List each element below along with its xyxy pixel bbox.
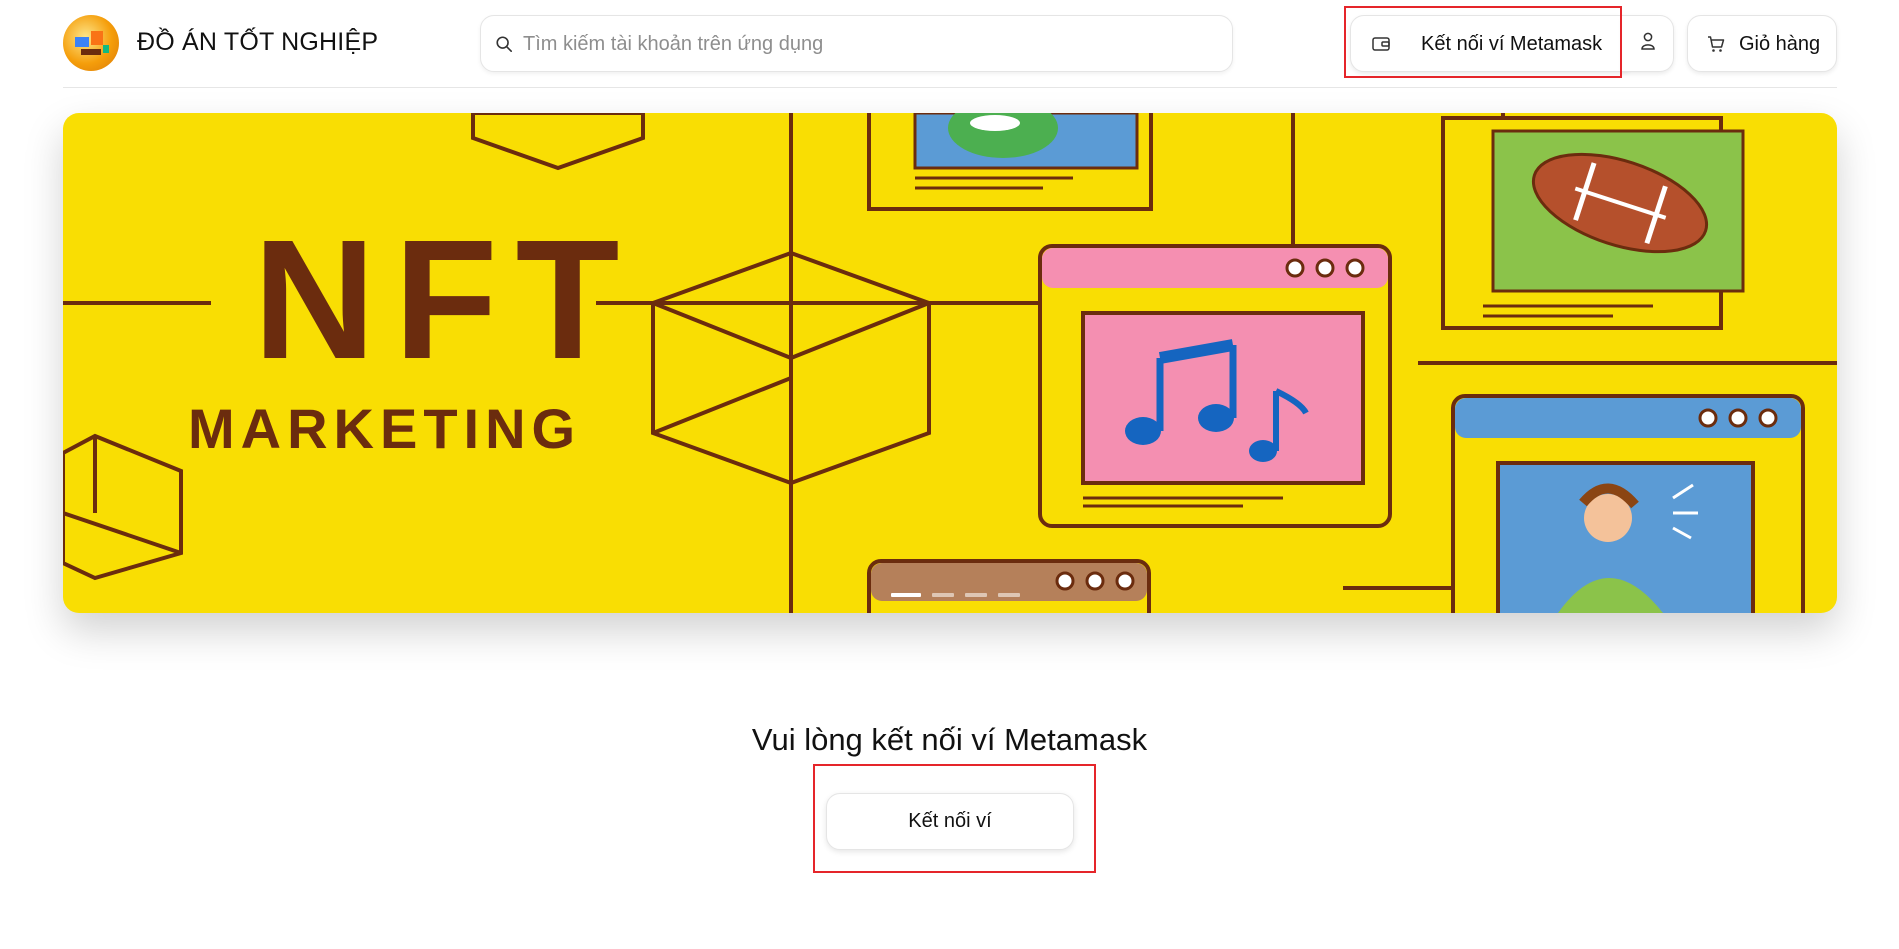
connect-metamask-button[interactable]: Kết nối ví Metamask — [1350, 15, 1634, 72]
top-header: ĐỒ ÁN TỐT NGHIỆP Kết nối ví Metamask Giỏ… — [63, 0, 1837, 88]
cart-label: Giỏ hàng — [1739, 33, 1821, 55]
banner-subheadline: MARKETING — [188, 397, 581, 460]
cart-button[interactable]: Giỏ hàng — [1687, 15, 1837, 72]
user-icon — [1640, 32, 1656, 56]
app-logo[interactable] — [63, 15, 119, 71]
carousel-indicators — [891, 593, 1020, 597]
connect-wallet-prompt: Vui lòng kết nối ví Metamask — [751, 722, 1148, 757]
banner-illustration: NFT MARKETING — [63, 113, 1837, 613]
cart-icon — [1707, 35, 1725, 59]
hero-banner[interactable]: NFT MARKETING — [63, 113, 1837, 613]
user-button[interactable] — [1622, 15, 1674, 72]
search-input[interactable] — [523, 24, 1213, 64]
carousel-dot-4[interactable] — [998, 593, 1020, 597]
banner-headline: NFT — [253, 205, 637, 395]
connect-wallet-button[interactable]: Kết nối ví — [826, 793, 1074, 850]
search-bar[interactable] — [480, 15, 1233, 72]
connect-metamask-label: Kết nối ví Metamask — [1421, 33, 1603, 55]
carousel-dot-1[interactable] — [891, 593, 921, 597]
carousel-dot-3[interactable] — [965, 593, 987, 597]
search-icon — [495, 35, 515, 55]
carousel-dot-2[interactable] — [932, 593, 954, 597]
brand-title: ĐỒ ÁN TỐT NGHIỆP — [137, 28, 379, 56]
wallet-icon — [1372, 35, 1390, 58]
